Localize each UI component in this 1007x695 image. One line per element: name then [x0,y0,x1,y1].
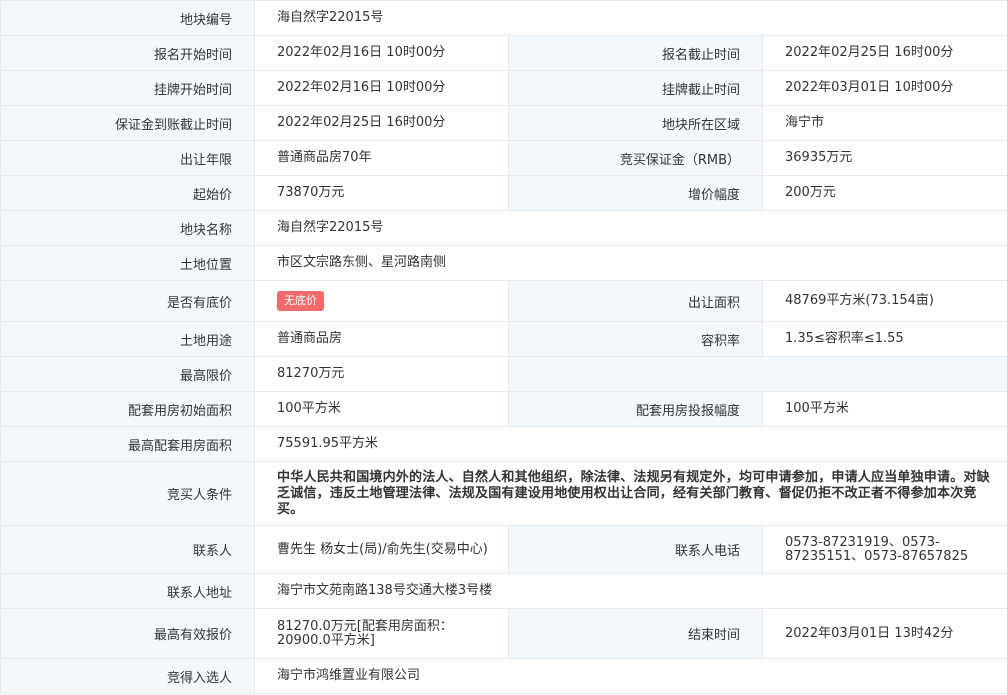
supporting-bid-increment-value: 100平方米 [761,391,1007,427]
term-value: 普通商品房70年 [254,140,509,176]
area-value: 48769平方米(73.154亩) [761,280,1007,322]
registration-end-value: 2022年02月25日 16时00分 [761,35,1007,71]
supporting-initial-area-value: 100平方米 [254,391,509,427]
max-supporting-area-value: 75591.95平方米 [253,426,1007,462]
bidder-conditions-value: 中华人民共和国境内外的法人、自然人和其他组织，除法律、法规另有规定外，均可申请参… [253,461,1007,526]
row-deposit-deadline: 保证金到账截止时间 2022年02月25日 16时00分 地块所在区域 海宁市 [0,105,1007,141]
row-term: 出让年限 普通商品房70年 竞买保证金（RMB） 36935万元 [0,140,1007,176]
region-label: 地块所在区域 [508,105,763,141]
contact-address-label: 联系人地址 [0,573,255,609]
listing-end-label: 挂牌截止时间 [508,70,763,106]
highest-bid-value: 81270.0万元[配套用房面积：20900.0平方米] [254,608,509,659]
end-time-label: 结束时间 [508,608,763,659]
start-price-label: 起始价 [0,175,255,211]
price-cap-value: 81270万元 [254,356,509,392]
deposit-deadline-label: 保证金到账截止时间 [0,105,255,141]
row-listing: 挂牌开始时间 2022年02月16日 10时00分 挂牌截止时间 2022年03… [0,70,1007,106]
row-land-use: 土地用途 普通商品房 容积率 1.35≤容积率≤1.55 [0,321,1007,357]
row-parcel-number: 地块编号 海自然字22015号 [0,0,1007,36]
winner-value: 海宁市鸿维置业有限公司 [253,658,1007,694]
parcel-number-value: 海自然字22015号 [253,0,1007,36]
bidder-conditions-label: 竞买人条件 [0,461,255,526]
contact-phone-label: 联系人电话 [508,525,763,574]
row-reserve-price: 是否有底价 无底价 出让面积 48769平方米(73.154亩) [0,280,1007,322]
plot-ratio-label: 容积率 [508,321,763,357]
start-price-value: 73870万元 [254,175,509,211]
parcel-name-label: 地块名称 [0,210,255,246]
deposit-deadline-value: 2022年02月25日 16时00分 [254,105,509,141]
row-start-price: 起始价 73870万元 增价幅度 200万元 [0,175,1007,211]
registration-end-label: 报名截止时间 [508,35,763,71]
increment-value: 200万元 [761,175,1007,211]
land-use-value: 普通商品房 [254,321,509,357]
row-bidder-conditions: 竞买人条件 中华人民共和国境内外的法人、自然人和其他组织，除法律、法规另有规定外… [0,461,1007,526]
supporting-initial-area-label: 配套用房初始面积 [0,391,255,427]
row-winner: 竞得入选人 海宁市鸿维置业有限公司 [0,658,1007,694]
listing-start-label: 挂牌开始时间 [0,70,255,106]
location-value: 市区文宗路东侧、星河路南侧 [253,245,1007,281]
increment-label: 增价幅度 [508,175,763,211]
row-location: 土地位置 市区文宗路东侧、星河路南侧 [0,245,1007,281]
no-reserve-badge: 无底价 [277,291,324,311]
term-label: 出让年限 [0,140,255,176]
supporting-bid-increment-label: 配套用房投报幅度 [508,391,763,427]
listing-end-value: 2022年03月01日 10时00分 [761,70,1007,106]
highest-bid-label: 最高有效报价 [0,608,255,659]
listing-start-value: 2022年02月16日 10时00分 [254,70,509,106]
reserve-price-label: 是否有底价 [0,280,255,322]
row-highest-bid: 最高有效报价 81270.0万元[配套用房面积：20900.0平方米] 结束时间… [0,608,1007,659]
row-contact: 联系人 曹先生 杨女士(局)/俞先生(交易中心) 联系人电话 0573-8723… [0,525,1007,574]
empty-cell [507,356,1007,392]
row-price-cap: 最高限价 81270万元 [0,356,1007,392]
land-use-label: 土地用途 [0,321,255,357]
row-parcel-name: 地块名称 海自然字22015号 [0,210,1007,246]
row-registration: 报名开始时间 2022年02月16日 10时00分 报名截止时间 2022年02… [0,35,1007,71]
max-supporting-area-label: 最高配套用房面积 [0,426,255,462]
plot-ratio-value: 1.35≤容积率≤1.55 [761,321,1007,357]
contact-address-value: 海宁市文苑南路138号交通大楼3号楼 [253,573,1007,609]
contact-label: 联系人 [0,525,255,574]
end-time-value: 2022年03月01日 13时42分 [761,608,1007,659]
location-label: 土地位置 [0,245,255,281]
price-cap-label: 最高限价 [0,356,255,392]
parcel-name-value: 海自然字22015号 [253,210,1007,246]
contact-value: 曹先生 杨女士(局)/俞先生(交易中心) [254,525,509,574]
bid-deposit-value: 36935万元 [761,140,1007,176]
reserve-price-value: 无底价 [254,280,509,322]
registration-start-label: 报名开始时间 [0,35,255,71]
contact-phone-value: 0573-87231919、0573-87235151、0573-8765782… [761,525,1007,574]
registration-start-value: 2022年02月16日 10时00分 [254,35,509,71]
region-value: 海宁市 [761,105,1007,141]
bid-deposit-label: 竞买保证金（RMB） [508,140,763,176]
row-supporting-area: 配套用房初始面积 100平方米 配套用房投报幅度 100平方米 [0,391,1007,427]
land-info-table: 地块编号 海自然字22015号 报名开始时间 2022年02月16日 10时00… [0,0,1007,694]
row-max-supporting-area: 最高配套用房面积 75591.95平方米 [0,426,1007,462]
winner-label: 竞得入选人 [0,658,255,694]
parcel-number-label: 地块编号 [0,0,255,36]
row-contact-address: 联系人地址 海宁市文苑南路138号交通大楼3号楼 [0,573,1007,609]
area-label: 出让面积 [508,280,763,322]
